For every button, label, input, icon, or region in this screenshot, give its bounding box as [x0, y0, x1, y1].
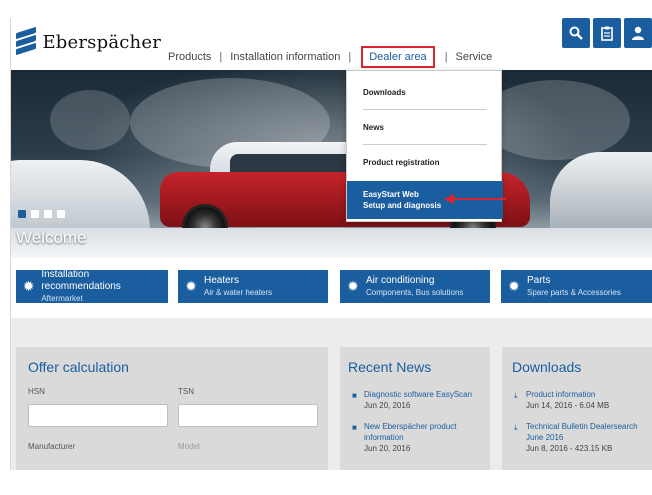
news-item[interactable]: ■ Diagnostic software EasyScan Jun 20, 2…: [352, 389, 484, 411]
tsn-input[interactable]: [178, 404, 318, 427]
nav-separator: |: [348, 51, 352, 63]
recent-news-panel: Recent News ■ Diagnostic software EasySc…: [340, 347, 490, 470]
brand-logo[interactable]: Eberspächer: [16, 26, 161, 58]
gear-icon: ✹: [22, 278, 35, 294]
nav-separator: |: [219, 51, 223, 63]
slide-dot[interactable]: [57, 210, 65, 218]
dropdown-item-downloads[interactable]: Downloads: [347, 75, 503, 109]
category-heaters[interactable]: ✹ Heaters Air & water heaters: [178, 270, 328, 303]
hero-welcome-text: Welcome: [16, 228, 87, 247]
main-nav: Products | Installation information | De…: [168, 46, 492, 68]
nav-separator: |: [444, 51, 448, 63]
slide-dot[interactable]: [31, 210, 39, 218]
offer-calculation-panel: Offer calculation HSN TSN Manufacturer M…: [16, 347, 328, 470]
category-installation-recommendations[interactable]: ✹ Installation recommendations Aftermark…: [16, 269, 168, 303]
nav-installation-information[interactable]: Installation information: [230, 51, 340, 63]
brand-mark-icon: [16, 26, 36, 56]
red-annotation-arrow: [444, 194, 506, 204]
download-icon: ⤓: [514, 423, 518, 432]
downloads-panel: Downloads ⤓ Product information Jun 14, …: [502, 347, 652, 470]
category-title: Heaters: [204, 275, 240, 286]
downloads-title: Downloads: [512, 359, 582, 375]
dropdown-item-news[interactable]: News: [347, 110, 503, 144]
download-item-title: Technical Bulletin Dealersearch June 201…: [526, 422, 638, 442]
nav-service[interactable]: Service: [456, 51, 493, 63]
user-button[interactable]: [624, 18, 652, 48]
brand-name: Eberspächer: [42, 31, 161, 53]
download-item-title: Product information: [526, 390, 596, 399]
category-title: Parts: [527, 275, 551, 286]
hsn-label: HSN: [28, 387, 45, 396]
manufacturer-label: Manufacturer: [28, 442, 76, 451]
model-label: Model: [178, 442, 200, 451]
slide-dot[interactable]: [18, 210, 26, 218]
offer-calculation-title: Offer calculation: [28, 359, 129, 375]
category-subtitle: Components, Bus solutions: [366, 288, 464, 297]
news-item-date: Jun 20, 2016: [364, 444, 411, 453]
category-parts[interactable]: ✹ Parts Spare parts & Accessories: [501, 270, 652, 303]
download-item[interactable]: ⤓ Product information Jun 14, 2016 - 6.0…: [514, 389, 648, 411]
nav-dealer-area[interactable]: Dealer area: [361, 46, 435, 68]
slide-dot[interactable]: [44, 210, 52, 218]
slide-indicators: [18, 210, 65, 218]
download-item-meta: Jun 8, 2016 - 423.15 KB: [526, 444, 613, 453]
category-air-conditioning[interactable]: ✹ Air conditioning Components, Bus solut…: [340, 270, 490, 303]
chat-icon: ■: [352, 423, 357, 432]
search-button[interactable]: [562, 18, 590, 48]
download-item[interactable]: ⤓ Technical Bulletin Dealersearch June 2…: [514, 421, 648, 454]
gear-icon: ✹: [508, 278, 520, 294]
clipboard-button[interactable]: [593, 18, 621, 48]
nav-products[interactable]: Products: [168, 51, 211, 63]
category-subtitle: Air & water heaters: [204, 288, 273, 297]
news-item-date: Jun 20, 2016: [364, 401, 411, 410]
chat-icon: ■: [352, 391, 357, 400]
hsn-input[interactable]: [28, 404, 168, 427]
search-icon: [569, 26, 583, 40]
hero-banner: Welcome: [10, 70, 652, 258]
recent-news-title: Recent News: [348, 359, 432, 375]
dropdown-item-product-registration[interactable]: Product registration: [347, 145, 503, 179]
clipboard-icon: [601, 26, 613, 41]
gear-icon: ✹: [185, 278, 197, 294]
gear-icon: ✹: [347, 278, 359, 294]
user-icon: [632, 26, 644, 40]
dropdown-item-title: EasyStart Web: [363, 190, 419, 199]
download-item-meta: Jun 14, 2016 - 6.04 MB: [526, 401, 610, 410]
site-header: Eberspächer Products | Installation info…: [10, 18, 652, 70]
news-item-title: Diagnostic software EasyScan: [364, 390, 473, 399]
category-title: Air conditioning: [366, 275, 435, 286]
news-item[interactable]: ■ New Eberspächer product information Ju…: [352, 421, 484, 454]
download-icon: ⤓: [514, 391, 518, 400]
category-subtitle: Aftermarket: [41, 294, 83, 303]
category-title: Installation recommendations: [41, 269, 121, 292]
dropdown-item-subtitle: Setup and diagnosis: [363, 201, 442, 210]
news-item-title: New Eberspächer product information: [364, 422, 457, 442]
category-bar: ✹ Installation recommendations Aftermark…: [16, 269, 652, 304]
tsn-label: TSN: [178, 387, 194, 396]
browser-page: Eberspächer Products | Installation info…: [10, 18, 652, 470]
category-subtitle: Spare parts & Accessories: [527, 288, 621, 297]
